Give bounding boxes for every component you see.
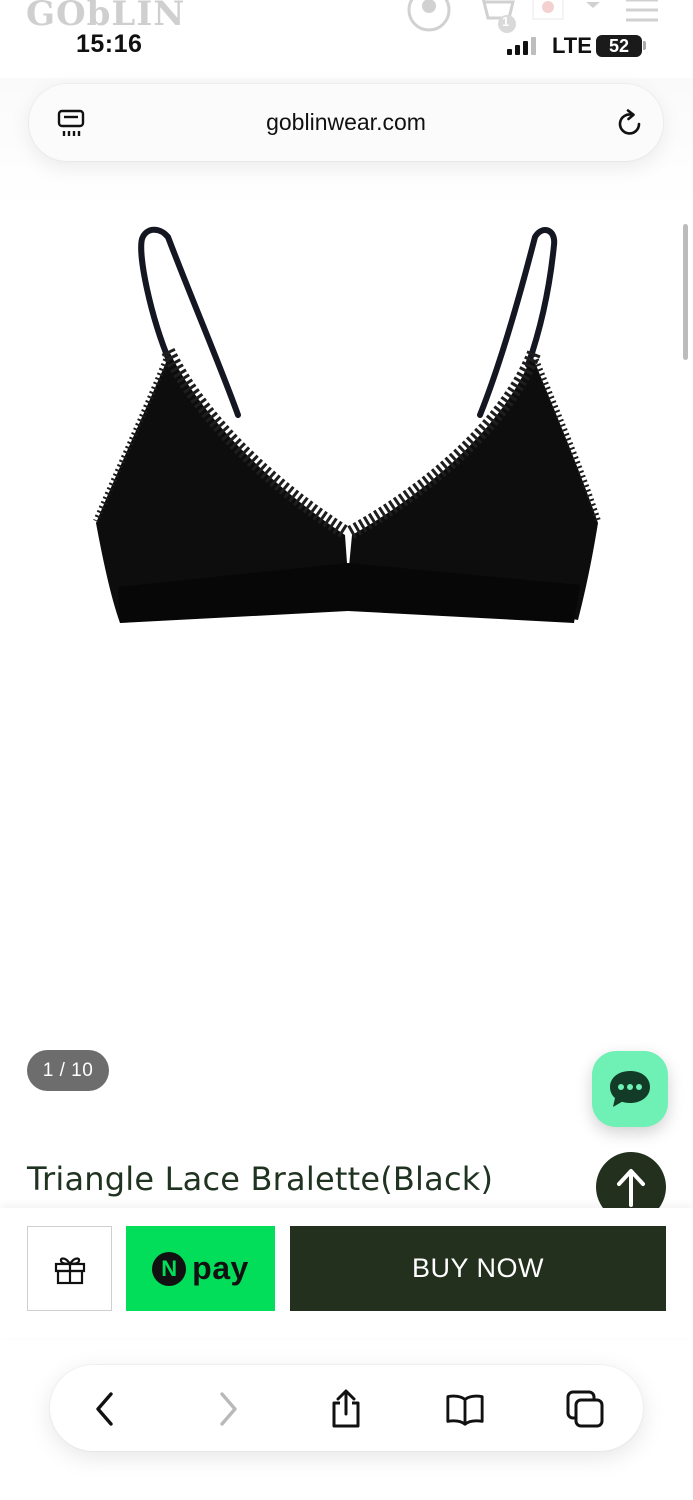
gift-icon — [54, 1256, 85, 1284]
url-text[interactable]: goblinwear.com — [29, 109, 663, 136]
gift-button[interactable] — [27, 1226, 112, 1311]
book-icon — [446, 1394, 484, 1426]
caret-down-icon[interactable] — [584, 0, 602, 14]
chevron-left-icon — [96, 1392, 113, 1426]
status-time: 15:16 — [76, 30, 143, 58]
battery-level: 52 — [608, 35, 630, 56]
chat-button[interactable] — [592, 1051, 668, 1127]
cart-icon[interactable] — [473, 0, 517, 34]
signal-strength-icon — [507, 37, 541, 55]
network-type: LTE — [552, 33, 592, 58]
cart-count: 1 — [502, 14, 510, 29]
menu-icon[interactable] — [624, 0, 660, 24]
npay-button[interactable]: N pay — [126, 1226, 275, 1311]
address-bar[interactable]: goblinwear.com — [29, 84, 663, 161]
forward-button[interactable] — [208, 1389, 248, 1429]
product-image[interactable] — [80, 215, 620, 645]
tabs-button[interactable] — [565, 1389, 605, 1429]
battery-indicator: 52 — [596, 35, 642, 57]
arrow-up-icon — [617, 1169, 645, 1207]
chat-bubble-icon — [610, 1071, 650, 1107]
account-icon[interactable] — [405, 0, 453, 32]
image-counter: 1 / 10 — [27, 1050, 109, 1091]
tabs-icon — [566, 1390, 604, 1428]
npay-logo-icon: N — [152, 1251, 187, 1286]
site-logo[interactable]: GObLIN — [26, 0, 185, 34]
chevron-right-icon — [220, 1392, 237, 1426]
scrollbar-thumb[interactable] — [683, 224, 688, 360]
back-button[interactable] — [85, 1389, 125, 1429]
reload-icon[interactable] — [615, 108, 645, 138]
npay-label: pay — [192, 1250, 249, 1286]
site-header: GObLIN 1 — [0, 0, 693, 34]
language-flag-icon[interactable] — [532, 0, 564, 24]
battery-nub — [643, 41, 646, 50]
buy-now-button[interactable]: BUY NOW — [290, 1226, 666, 1311]
page: GObLIN 1 15:16 LTE 52 goblinwear.com 1 /… — [0, 0, 693, 1500]
share-button[interactable] — [326, 1389, 366, 1429]
product-title: Triangle Lace Bralette(Black) — [27, 1160, 494, 1198]
browser-toolbar — [50, 1365, 643, 1451]
share-icon — [332, 1389, 360, 1428]
bookmarks-button[interactable] — [445, 1389, 485, 1429]
